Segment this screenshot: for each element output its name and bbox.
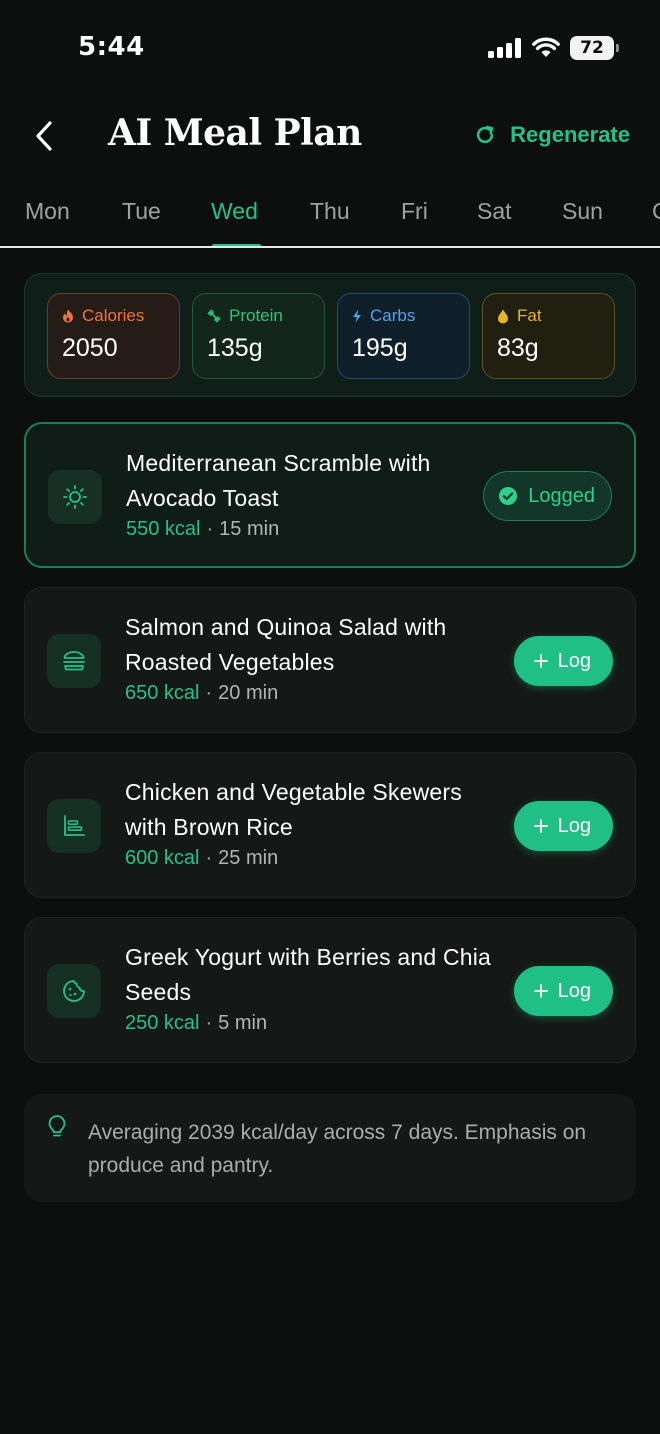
meal-meta: 550 kcal · 15 min xyxy=(126,518,279,541)
regenerate-button[interactable]: Regenerate xyxy=(474,122,630,148)
tab-sat[interactable]: Sat xyxy=(477,198,512,225)
log-label: Log xyxy=(557,649,591,672)
meal-kcal: 550 kcal xyxy=(126,518,201,540)
macro-fat: Fat 83g xyxy=(482,293,615,379)
meal-title: Mediterranean Scramble with Avocado Toas… xyxy=(126,450,431,511)
meta-separator: · xyxy=(205,682,213,704)
log-label: Log xyxy=(557,979,591,1002)
calories-label: Calories xyxy=(82,306,145,325)
refresh-icon xyxy=(477,125,494,144)
status-icons: 72 xyxy=(488,36,619,60)
meal-card[interactable]: Chicken and Vegetable Skewers with Brown… xyxy=(24,752,636,898)
meta-separator: · xyxy=(205,847,213,869)
meal-meta: 650 kcal · 20 min xyxy=(125,682,278,705)
fat-value: 83g xyxy=(497,334,539,362)
day-tabs: Mon Tue Wed Thu Fri Sat Sun C xyxy=(0,188,660,248)
signal-icon xyxy=(488,38,521,58)
meal-title: Salmon and Quinoa Salad with Roasted Veg… xyxy=(125,614,447,675)
active-tab-indicator xyxy=(212,244,261,246)
status-bar: 5:44 72 xyxy=(0,0,660,96)
battery-level: 72 xyxy=(580,38,604,58)
cookie-icon xyxy=(63,980,85,1002)
tab-partial[interactable]: C xyxy=(652,198,660,225)
meal-card[interactable]: Greek Yogurt with Berries and Chia Seeds… xyxy=(24,917,636,1063)
log-button[interactable]: Log xyxy=(513,636,613,686)
tip-card: Averaging 2039 kcal/day across 7 days. E… xyxy=(24,1094,636,1202)
meal-card[interactable]: Salmon and Quinoa Salad with Roasted Veg… xyxy=(24,587,636,733)
plus-icon xyxy=(533,819,548,833)
chevron-left-icon xyxy=(36,121,52,151)
meal-meta: 600 kcal · 25 min xyxy=(125,847,278,870)
tab-wed[interactable]: Wed xyxy=(211,198,258,225)
fat-label: Fat xyxy=(517,306,542,325)
meta-separator: · xyxy=(206,518,214,540)
macro-summary: Calories 2050 Protein 135g Carbs 195g Fa… xyxy=(24,273,636,397)
protein-label: Protein xyxy=(229,306,283,325)
tab-fri[interactable]: Fri xyxy=(401,198,428,225)
log-button[interactable]: Log xyxy=(513,966,613,1016)
tab-mon[interactable]: Mon xyxy=(25,198,70,225)
meal-time: 5 min xyxy=(218,1012,268,1034)
carbs-value: 195g xyxy=(352,334,408,362)
tab-sun[interactable]: Sun xyxy=(562,198,603,225)
macro-calories: Calories 2050 xyxy=(47,293,180,379)
meal-meta: 250 kcal · 5 min xyxy=(125,1012,267,1035)
dumbbell-icon xyxy=(207,309,221,323)
meal-time: 25 min xyxy=(218,847,279,869)
logged-badge[interactable]: Logged xyxy=(483,471,612,521)
meal-time: 20 min xyxy=(218,682,279,704)
check-circle-icon xyxy=(499,487,518,505)
meal-kcal: 600 kcal xyxy=(125,847,200,869)
protein-value: 135g xyxy=(207,334,263,362)
meal-title: Chicken and Vegetable Skewers with Brown… xyxy=(125,779,462,840)
tab-thu[interactable]: Thu xyxy=(310,198,350,225)
lightbulb-icon xyxy=(48,1115,66,1137)
macro-carbs: Carbs 195g xyxy=(337,293,470,379)
flame-icon xyxy=(63,309,73,323)
tip-text: Averaging 2039 kcal/day across 7 days. E… xyxy=(88,1121,587,1177)
page-title: AI Meal Plan xyxy=(108,112,362,154)
back-button[interactable] xyxy=(26,116,62,156)
bolt-icon xyxy=(353,309,361,323)
drop-icon xyxy=(498,309,508,323)
carbs-label: Carbs xyxy=(370,306,416,325)
meal-title: Greek Yogurt with Berries and Chia Seeds xyxy=(125,944,492,1005)
meal-kcal: 650 kcal xyxy=(125,682,200,704)
tab-tue[interactable]: Tue xyxy=(122,198,161,225)
log-button[interactable]: Log xyxy=(513,801,613,851)
meal-card[interactable]: Mediterranean Scramble with Avocado Toas… xyxy=(24,422,636,568)
logged-label: Logged xyxy=(528,484,595,507)
plus-icon xyxy=(533,984,548,998)
battery-icon: 72 xyxy=(570,36,619,60)
meta-separator: · xyxy=(205,1012,213,1034)
chart-icon xyxy=(64,815,85,836)
plus-icon xyxy=(533,654,548,668)
log-label: Log xyxy=(557,814,591,837)
meal-kcal: 250 kcal xyxy=(125,1012,200,1034)
burger-icon xyxy=(63,651,85,671)
calories-value: 2050 xyxy=(62,334,118,362)
meal-time: 15 min xyxy=(219,518,280,540)
header: AI Meal Plan Regenerate xyxy=(0,104,660,168)
status-time: 5:44 xyxy=(78,32,145,62)
macro-protein: Protein 135g xyxy=(192,293,325,379)
wifi-icon xyxy=(532,37,560,57)
regenerate-label: Regenerate xyxy=(510,122,630,147)
sun-icon xyxy=(63,485,87,509)
